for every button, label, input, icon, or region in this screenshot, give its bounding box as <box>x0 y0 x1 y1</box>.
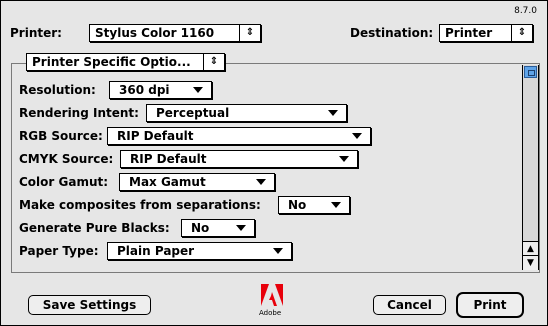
version-label: 8.7.0 <box>514 6 537 16</box>
destination-label: Destination: <box>350 26 434 40</box>
setting-value: Perceptual <box>156 106 230 120</box>
setting-value: Plain Paper <box>117 244 195 258</box>
destination-select-value: Printer <box>445 26 493 40</box>
setting-label: Paper Type: <box>19 244 99 258</box>
panel-select-value: Printer Specific Optio... <box>32 55 191 69</box>
resolution-select[interactable]: 360 dpi <box>109 81 212 99</box>
setting-value: Max Gamut <box>129 175 206 189</box>
destination-select[interactable]: Printer ⇕ <box>439 24 533 42</box>
updown-arrows-icon: ⇕ <box>239 25 260 41</box>
setting-value: RIP Default <box>130 152 207 166</box>
dropdown-arrow-icon <box>273 248 283 254</box>
setting-label: Rendering Intent: <box>19 106 139 120</box>
setting-value: RIP Default <box>117 129 194 143</box>
setting-value: 360 dpi <box>119 83 170 97</box>
updown-arrows-icon: ⇕ <box>511 25 532 41</box>
setting-label: RGB Source: <box>19 129 103 143</box>
scroll-up-arrow-icon[interactable]: ▲ <box>523 241 538 256</box>
setting-label: Resolution: <box>19 83 96 97</box>
pure-blacks-select[interactable]: No <box>181 219 255 237</box>
print-button[interactable]: Print <box>456 292 524 318</box>
dropdown-arrow-icon <box>331 202 341 208</box>
scroll-thumb[interactable] <box>524 66 537 78</box>
scrollbar[interactable]: ▲ ▼ <box>522 65 539 270</box>
updown-arrows-icon: ⇕ <box>203 54 224 70</box>
dropdown-arrow-icon <box>352 133 362 139</box>
setting-label: Generate Pure Blacks: <box>19 221 170 235</box>
paper-type-select[interactable]: Plain Paper <box>107 242 292 260</box>
dropdown-arrow-icon <box>328 110 338 116</box>
cancel-button[interactable]: Cancel <box>373 295 446 315</box>
color-gamut-select[interactable]: Max Gamut <box>119 173 275 191</box>
setting-value: No <box>288 198 307 212</box>
adobe-logo-text: Adobe <box>259 309 282 317</box>
dropdown-arrow-icon <box>236 225 246 231</box>
cmyk-source-select[interactable]: RIP Default <box>120 150 358 168</box>
dropdown-arrow-icon <box>256 179 266 185</box>
rgb-source-select[interactable]: RIP Default <box>107 127 371 145</box>
print-dialog: 8.7.0 Printer: Stylus Color 1160 ⇕ Desti… <box>0 0 548 326</box>
setting-label: Color Gamut: <box>19 175 109 189</box>
scroll-down-arrow-icon[interactable]: ▼ <box>523 255 538 270</box>
printer-select-value: Stylus Color 1160 <box>95 26 215 40</box>
setting-value: No <box>191 221 210 235</box>
dropdown-arrow-icon <box>339 156 349 162</box>
composites-select[interactable]: No <box>278 196 350 214</box>
save-settings-button[interactable]: Save Settings <box>28 295 151 315</box>
setting-label: Make composites from separations: <box>19 198 261 212</box>
panel-select[interactable]: Printer Specific Optio... ⇕ <box>26 53 225 71</box>
printer-label: Printer: <box>10 26 62 40</box>
printer-select[interactable]: Stylus Color 1160 ⇕ <box>89 24 261 42</box>
adobe-logo-icon <box>261 284 283 306</box>
dropdown-arrow-icon <box>193 87 203 93</box>
setting-label: CMYK Source: <box>19 152 114 166</box>
rendering-intent-select[interactable]: Perceptual <box>146 104 347 122</box>
